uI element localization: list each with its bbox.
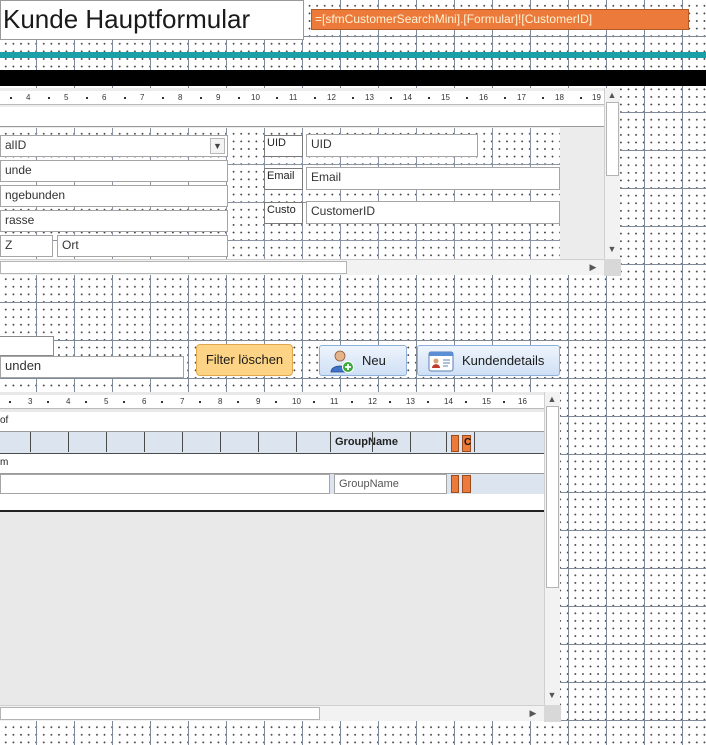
scroll-right-icon[interactable]: ▶ <box>586 262 600 272</box>
detail-marker[interactable] <box>462 475 471 493</box>
column-header-group-name: GroupName <box>335 436 398 448</box>
ruler-tick: 3 <box>28 397 33 406</box>
ruler-tick: 5 <box>64 93 69 102</box>
ruler-tick: 14 <box>444 397 453 406</box>
scroll-right-icon[interactable]: ▶ <box>526 708 540 718</box>
column-header-row: GroupName C <box>0 432 544 454</box>
scroll-down-icon[interactable]: ▼ <box>605 244 619 254</box>
customer-id-expression[interactable]: =[sfmCustomerSearchMini].[Formular]![Cus… <box>311 9 689 30</box>
customer-combo-value: alID <box>5 138 27 152</box>
scroll-down-icon[interactable]: ▼ <box>545 690 559 700</box>
ruler-tick: 11 <box>289 93 298 102</box>
scroll-up-icon[interactable]: ▲ <box>605 90 619 100</box>
customer-details-label: Kundendetails <box>462 353 545 368</box>
column-header-marker <box>451 435 459 452</box>
ruler-tick: 13 <box>406 397 415 406</box>
ruler-tick: 10 <box>251 93 260 102</box>
section-bar <box>0 70 706 86</box>
form-header-band <box>0 107 604 127</box>
field-email[interactable]: Email <box>306 167 560 190</box>
field-gebunden[interactable]: ngebunden <box>0 185 228 207</box>
column-header-c-label: C <box>464 437 472 448</box>
ruler-tick: 8 <box>218 397 223 406</box>
label-plz: Z <box>0 235 53 257</box>
new-customer-button[interactable]: Neu <box>319 345 407 376</box>
label-customer: Custo <box>264 202 303 224</box>
detail-section-bar: m <box>0 454 544 474</box>
ruler-tick: 15 <box>482 397 491 406</box>
ruler-tick: 4 <box>26 93 31 102</box>
label-uid: UID <box>264 135 303 157</box>
scroll-up-icon[interactable]: ▲ <box>545 394 559 404</box>
ruler-tick: 14 <box>403 93 412 102</box>
bottom-ruler: 3 4 5 6 7 8 9 10 11 12 13 14 15 16 <box>0 395 544 409</box>
section-label: of <box>0 415 9 426</box>
top-vertical-scrollbar[interactable]: ▲ ▼ <box>604 88 620 259</box>
top-ruler: 4 5 6 7 8 9 10 11 12 13 14 15 16 17 18 1… <box>0 91 604 105</box>
field-customer-id[interactable]: CustomerID <box>306 201 560 224</box>
ruler-tick: 16 <box>479 93 488 102</box>
label-email: Email <box>264 168 303 190</box>
field-group-id[interactable] <box>0 474 330 494</box>
field-group-name[interactable]: GroupName <box>334 474 447 494</box>
groups-subform: 3 4 5 6 7 8 9 10 11 12 13 14 15 16 of Gr… <box>0 392 561 722</box>
ruler-tick: 19 <box>592 93 601 102</box>
chevron-down-icon[interactable]: ▼ <box>210 138 225 154</box>
form-header-section-bar: of <box>0 412 544 432</box>
scroll-thumb[interactable] <box>0 261 347 274</box>
scroll-thumb[interactable] <box>546 406 559 588</box>
ruler-tick: 4 <box>66 397 71 406</box>
field-kunde[interactable]: unde <box>0 160 228 182</box>
ruler-tick: 11 <box>330 397 339 406</box>
ruler-tick: 9 <box>216 93 221 102</box>
field-ort[interactable]: Ort <box>57 235 228 257</box>
detail-row: GroupName <box>0 474 544 494</box>
ruler-tick: 13 <box>365 93 374 102</box>
add-user-icon <box>330 350 354 373</box>
scroll-corner <box>604 259 621 276</box>
new-customer-label: Neu <box>362 353 386 368</box>
ruler-tick: 8 <box>178 93 183 102</box>
ruler-tick: 6 <box>142 397 147 406</box>
bottom-vertical-scrollbar[interactable]: ▲ ▼ <box>544 392 560 705</box>
ruler-tick: 16 <box>518 397 527 406</box>
field-strasse[interactable]: rasse <box>0 210 228 232</box>
search-label-box <box>0 336 54 356</box>
customer-combo[interactable]: alID ▼ <box>0 135 228 157</box>
ruler-tick: 6 <box>102 93 107 102</box>
search-input[interactable]: unden <box>0 356 184 378</box>
customer-details-icon <box>428 351 454 371</box>
filter-clear-button[interactable]: Filter löschen <box>196 344 293 376</box>
scroll-thumb[interactable] <box>606 102 619 176</box>
ruler-tick: 10 <box>292 397 301 406</box>
form-footer-section-bar <box>0 494 544 512</box>
ruler-tick: 5 <box>104 397 109 406</box>
ruler-tick: 12 <box>368 397 377 406</box>
ruler-tick: 12 <box>327 93 336 102</box>
bottom-horizontal-scrollbar[interactable]: ▶ <box>0 705 544 721</box>
ruler-tick: 17 <box>517 93 526 102</box>
page-title: Kunde Hauptformular <box>3 4 251 34</box>
top-horizontal-scrollbar[interactable]: ▶ <box>0 259 604 275</box>
scroll-thumb[interactable] <box>0 707 320 720</box>
ruler-tick: 7 <box>180 397 185 406</box>
field-uid[interactable]: UID <box>306 134 478 157</box>
customer-details-button[interactable]: Kundendetails <box>417 345 560 376</box>
ruler-tick: 18 <box>555 93 564 102</box>
accent-bar <box>0 52 706 58</box>
detail-marker[interactable] <box>451 475 459 493</box>
scroll-corner <box>544 705 561 722</box>
customer-subform: 4 5 6 7 8 9 10 11 12 13 14 15 16 17 18 1… <box>0 88 621 276</box>
column-header-c: C <box>462 435 471 452</box>
ruler-tick: 9 <box>256 397 261 406</box>
section-label: m <box>0 457 9 468</box>
ruler-tick: 7 <box>140 93 145 102</box>
ruler-tick: 15 <box>441 93 450 102</box>
